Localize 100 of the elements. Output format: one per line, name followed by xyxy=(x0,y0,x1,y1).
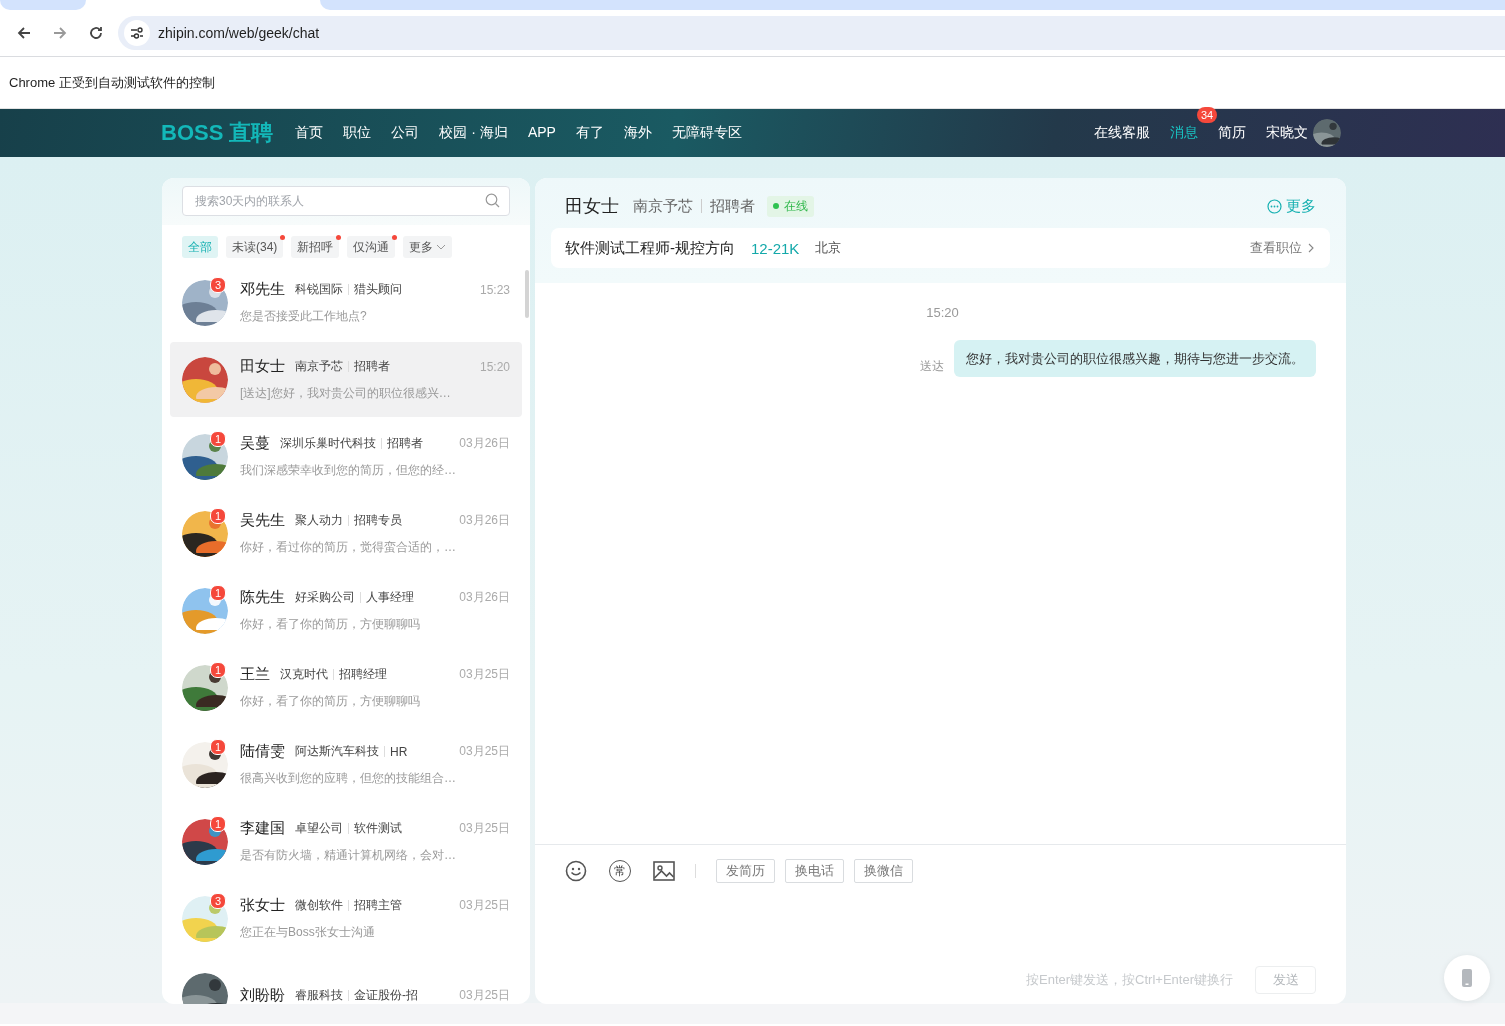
message-time: 03月25日 xyxy=(459,666,510,683)
search-icon xyxy=(485,193,500,208)
contact-name: 吴先生 xyxy=(240,511,285,530)
contact-name: 李建国 xyxy=(240,819,285,838)
message-time: 03月25日 xyxy=(459,897,510,914)
action-button[interactable]: 换微信 xyxy=(854,859,913,883)
automation-notice: Chrome 正受到自动测试软件的控制 xyxy=(9,73,215,92)
unread-badge: 1 xyxy=(210,507,226,524)
unread-badge: 1 xyxy=(210,430,226,447)
nav-link[interactable]: 简历 xyxy=(1218,124,1246,142)
contact-role: 人事经理 xyxy=(366,589,414,606)
message-preview: [送达]您好，我对贵公司的职位很感兴… xyxy=(240,385,452,402)
contact-name: 邓先生 xyxy=(240,280,285,299)
nav-link[interactable]: 消息 xyxy=(1170,124,1198,142)
site-logo[interactable]: BOSS 直聘 xyxy=(161,118,274,148)
contact-role: 招聘者 xyxy=(387,435,423,452)
action-button[interactable]: 换电话 xyxy=(785,859,844,883)
message-time: 03月26日 xyxy=(459,589,510,606)
site-settings-button[interactable] xyxy=(124,20,150,46)
contact-item[interactable]: 田女士 南京予芯 招聘者 15:20 [送达]您好，我对贵公司的职位很感兴… xyxy=(170,342,522,417)
message-preview: 你好，看了你的简历，方便聊聊吗 xyxy=(240,616,421,633)
contact-item[interactable]: 1 吴蔓 深圳乐巢时代科技 招聘者 03月26日 我们深感荣幸收到您的简历，但您的经… xyxy=(170,419,522,494)
company-name: 好采购公司 xyxy=(295,589,355,606)
nav-link[interactable]: 有了 xyxy=(575,124,604,142)
message-time: 03月26日 xyxy=(459,435,510,452)
view-job-link[interactable]: 查看职位 xyxy=(1250,239,1314,257)
company-name: 深圳乐巢时代科技 xyxy=(280,435,376,452)
filter-tab[interactable]: 仅沟通 xyxy=(347,236,396,258)
chevron-right-icon xyxy=(1308,243,1314,253)
company-name: 南京予芯 xyxy=(295,358,343,375)
contact-item[interactable]: 3 邓先生 科锐国际 猎头顾问 15:23 您是否接受此工作地点? xyxy=(170,265,522,340)
emoji-button[interactable] xyxy=(565,860,587,882)
message-time: 03月25日 xyxy=(459,743,510,760)
address-bar[interactable]: zhipin.com/web/geek/chat xyxy=(118,16,1505,50)
contact-item[interactable]: 1 陆倩雯 阿达斯汽车科技 HR 03月25日 很高兴收到您的应聘，但您的技能组合… xyxy=(170,727,522,802)
filter-tab[interactable]: 更多 xyxy=(403,236,453,258)
forward-arrow-icon xyxy=(52,25,68,41)
action-button[interactable]: 发简历 xyxy=(716,859,775,883)
contact-role: 招聘者 xyxy=(354,358,390,375)
contact-role: HR xyxy=(390,744,408,759)
unread-badge: 1 xyxy=(210,661,226,678)
phone-icon xyxy=(1462,969,1472,987)
contact-role: 猎头顾问 xyxy=(354,281,402,298)
contact-item[interactable]: 3 张女士 微创软件 招聘主管 03月25日 您正在与Boss张女士沟通 xyxy=(170,881,522,956)
contact-name: 田女士 xyxy=(240,357,285,376)
unread-badge: 3 xyxy=(210,892,226,909)
nav-link[interactable]: 首页 xyxy=(295,124,324,142)
message-preview: 很高兴收到您的应聘，但您的技能组合… xyxy=(240,770,457,787)
company-name: 科锐国际 xyxy=(295,281,343,298)
unread-badge: 1 xyxy=(210,815,226,832)
message-time: 15:20 xyxy=(479,359,510,374)
contact-name: 吴蔓 xyxy=(240,434,270,453)
more-icon xyxy=(1267,198,1282,214)
nav-link[interactable]: APP xyxy=(527,124,556,142)
company-name: 聚人动力 xyxy=(295,512,343,529)
salary: 12-21K xyxy=(751,239,800,257)
message-preview: 是否有防火墙，精通计算机网络，会对… xyxy=(240,847,457,864)
filter-tab[interactable]: 未读(34) xyxy=(226,236,284,258)
filter-tab[interactable]: 新招呼 xyxy=(291,236,340,258)
contact-item[interactable]: 刘盼盼 睿服科技 金证股份-招 03月25日 xyxy=(170,958,522,1004)
message-time: 03月25日 xyxy=(459,987,510,1004)
message-preview: 你好，看了你的简历，方便聊聊吗 xyxy=(240,693,421,710)
contact-item[interactable]: 1 陈先生 好采购公司 人事经理 03月26日 你好，看了你的简历，方便聊聊吗 xyxy=(170,573,522,648)
nav-link[interactable]: 无障碍专区 xyxy=(671,124,742,142)
nav-link[interactable]: 在线客服 xyxy=(1094,124,1150,142)
contact-name: 陆倩雯 xyxy=(240,742,285,761)
back-arrow-icon xyxy=(16,25,32,41)
contact-role: 招聘主管 xyxy=(354,897,402,914)
company-name: 汉克时代 xyxy=(280,666,328,683)
unread-badge: 34 xyxy=(1197,107,1218,123)
user-name[interactable]: 宋晓文 xyxy=(1266,124,1308,142)
contact-item[interactable]: 1 李建国 卓望公司 软件测试 03月25日 是否有防火墙，精通计算机网络，会对… xyxy=(170,804,522,879)
unread-badge: 1 xyxy=(210,738,226,755)
message-time: 15:20 xyxy=(926,305,959,320)
company-name: 睿服科技 xyxy=(295,987,343,1004)
scrollbar[interactable] xyxy=(525,270,529,318)
nav-link[interactable]: 职位 xyxy=(343,124,372,142)
nav-link[interactable]: 校园 · 海归 xyxy=(439,124,508,142)
job-city: 北京 xyxy=(815,239,842,257)
job-title: 软件测试工程师-规控方向 xyxy=(565,238,735,258)
unread-badge: 3 xyxy=(210,276,226,293)
message-time: 15:23 xyxy=(479,282,510,297)
message-bubble: 您好，我对贵公司的职位很感兴趣，期待与您进一步交流。 xyxy=(954,340,1316,377)
contact-role: 金证股份-招 xyxy=(354,987,418,1004)
contact-role: 软件测试 xyxy=(354,820,402,837)
smiley-icon xyxy=(565,860,587,882)
contact-role: 招聘专员 xyxy=(354,512,402,529)
delivery-status: 送达 xyxy=(920,358,944,375)
contact-name: 张女士 xyxy=(240,896,285,915)
contact-role: 招聘经理 xyxy=(339,666,387,683)
contact-item[interactable]: 1 王兰 汉克时代 招聘经理 03月25日 你好，看了你的简历，方便聊聊吗 xyxy=(170,650,522,725)
nav-link[interactable]: 公司 xyxy=(391,124,420,142)
contact-item[interactable]: 1 吴先生 聚人动力 招聘专员 03月26日 你好，看过你的简历，觉得蛮合适的，… xyxy=(170,496,522,571)
chevron-down-icon xyxy=(436,244,447,250)
recruiter-role: 招聘者 xyxy=(710,196,755,216)
image-button[interactable] xyxy=(653,861,675,881)
search-field[interactable]: 搜索30天内的联系人 xyxy=(182,186,510,216)
nav-link[interactable]: 海外 xyxy=(623,124,652,142)
sliders-icon xyxy=(130,27,144,39)
company-name: 南京予芯 xyxy=(633,196,693,216)
